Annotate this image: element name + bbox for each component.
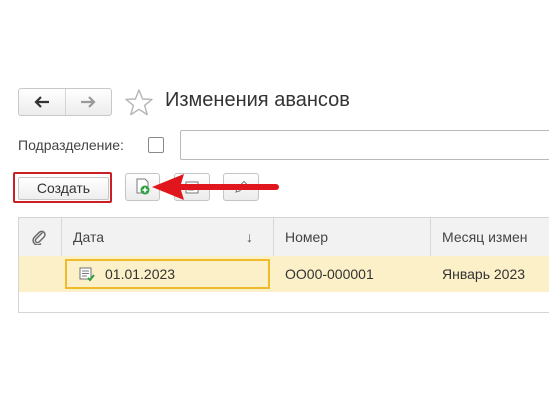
documents-table: Дата ↓ Номер Месяц измен 01.01.2023 ОО00…: [18, 217, 549, 313]
posted-document-icon: [79, 267, 95, 282]
forward-button[interactable]: [64, 89, 112, 115]
create-button[interactable]: Создать: [18, 177, 109, 200]
column-separator: [61, 218, 62, 256]
column-separator: [430, 218, 431, 256]
department-filter-input[interactable]: [180, 130, 549, 160]
department-filter-checkbox[interactable]: [148, 137, 164, 153]
star-icon[interactable]: [124, 88, 154, 116]
copy-add-icon: [136, 178, 149, 195]
paperclip-icon[interactable]: [31, 229, 47, 245]
table-row[interactable]: 01.01.2023 ОО00-000001 Январь 2023: [19, 256, 549, 292]
table-header: Дата ↓ Номер Месяц измен: [19, 218, 549, 257]
cell-month: Январь 2023: [442, 266, 526, 282]
column-separator: [273, 218, 274, 256]
arrow-left-icon: [34, 96, 49, 108]
column-header-month[interactable]: Месяц измен: [442, 218, 527, 256]
column-header-number[interactable]: Номер: [285, 218, 328, 256]
annotation-arrow-icon: [152, 174, 279, 200]
arrow-right-icon: [81, 96, 96, 108]
cell-date: 01.01.2023: [105, 266, 176, 282]
column-header-date[interactable]: Дата: [73, 218, 104, 256]
page-title: Изменения авансов: [165, 89, 350, 111]
department-filter-label: Подразделение:: [18, 137, 124, 153]
sort-down-icon[interactable]: ↓: [246, 218, 253, 256]
cell-number: ОО00-000001: [285, 266, 374, 282]
navigation-buttons: [18, 88, 112, 116]
back-button[interactable]: [19, 89, 65, 115]
